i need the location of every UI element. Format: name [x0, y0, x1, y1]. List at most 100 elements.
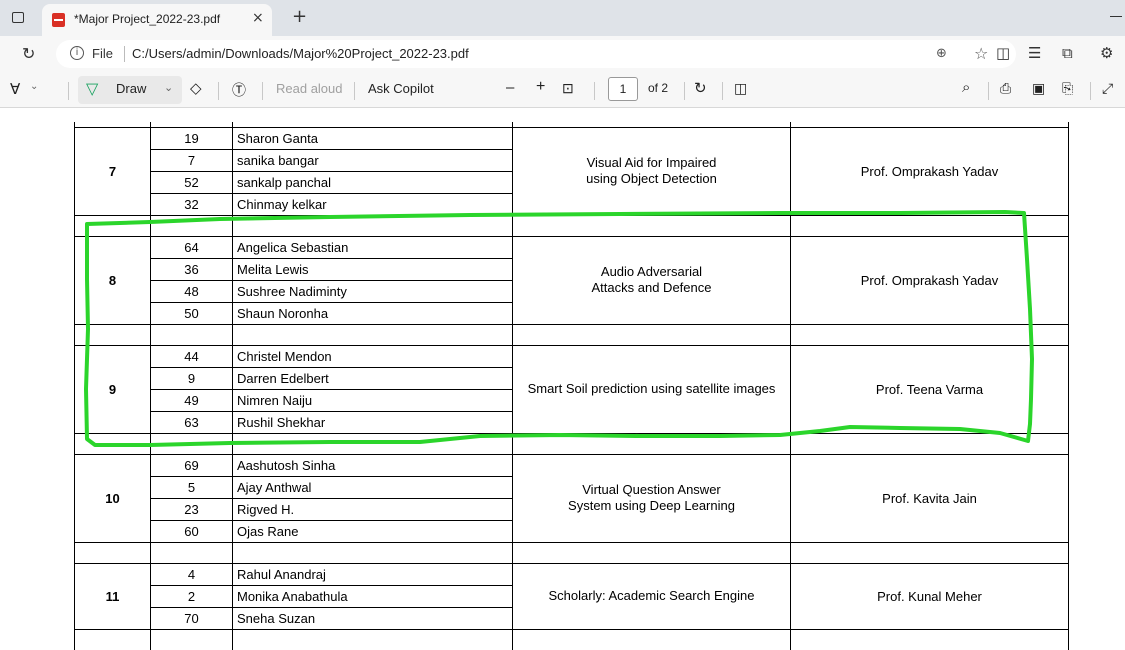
student-name-cell: Monika Anabathula: [232, 584, 513, 608]
roll-number-cell: 19: [150, 126, 233, 150]
zoom-icon[interactable]: ⊕: [936, 46, 947, 61]
favorite-star-icon[interactable]: ☆: [974, 44, 988, 63]
tab-pdf[interactable]: *Major Project_2022-23.pdf ×: [42, 4, 272, 36]
chevron-down-icon[interactable]: ⌄: [30, 81, 38, 92]
table-cell: [150, 628, 233, 650]
tab-close-button[interactable]: ×: [252, 10, 264, 26]
roll-number-cell: 4: [150, 562, 233, 586]
table-cell: [512, 214, 791, 237]
save-icon[interactable]: ▣: [1032, 80, 1045, 97]
guide-name-cell: Prof. Kavita Jain: [790, 453, 1069, 543]
table-cell: [790, 541, 1069, 564]
tab-title: *Major Project_2022-23.pdf: [74, 12, 221, 26]
student-name-cell: Rushil Shekhar: [232, 410, 513, 434]
read-aloud-button[interactable]: Read aloud: [276, 81, 343, 96]
table-cell: [74, 541, 151, 564]
toolbar-divider: [722, 82, 723, 100]
highlight-tool-icon[interactable]: ∀: [10, 80, 20, 98]
draw-label: Draw: [116, 81, 147, 96]
toolbar-divider: [594, 82, 595, 100]
roll-number-cell: 63: [150, 410, 233, 434]
extensions-icon[interactable]: ⚙: [1100, 44, 1113, 62]
add-text-icon[interactable]: Ⓣ: [232, 80, 246, 100]
roll-number-cell: 32: [150, 192, 233, 216]
address-bar: ↻ i File C:/Users/admin/Downloads/Major%…: [0, 36, 1125, 72]
favorites-list-icon[interactable]: ☰: [1028, 44, 1041, 62]
table-row: 11 4 Rahul Anandraj Scholarly: Academic Sea…: [74, 562, 1069, 630]
guide-name-cell: Prof. Kunal Meher: [790, 562, 1069, 630]
table-cell: [74, 628, 151, 650]
toolbar-divider: [1090, 82, 1091, 100]
project-table: 7 19 Sharon Ganta Visual Aid for Impaired us…: [74, 122, 1069, 650]
fit-to-width-icon[interactable]: ⊡: [562, 80, 574, 97]
table-cell: [512, 541, 791, 564]
collections-icon[interactable]: ⧉: [1062, 44, 1073, 62]
table-cell: [232, 628, 513, 650]
roll-number-cell: 60: [150, 519, 233, 543]
minimize-button[interactable]: [1110, 16, 1122, 17]
save-as-icon[interactable]: ⎘: [1062, 80, 1073, 97]
chevron-down-icon[interactable]: ⌄: [164, 81, 173, 94]
student-name-cell: Aashutosh Sinha: [232, 453, 513, 477]
roll-number-cell: 7: [150, 148, 233, 172]
roll-number-cell: 44: [150, 344, 233, 368]
student-name-cell: Sharon Ganta: [232, 126, 513, 150]
split-screen-icon[interactable]: ◫: [996, 44, 1010, 62]
pdf-viewer[interactable]: 7 19 Sharon Ganta Visual Aid for Impaired us…: [0, 109, 1125, 650]
eraser-icon[interactable]: ◇: [190, 79, 202, 97]
project-table-body: 7 19 Sharon Ganta Visual Aid for Impaired us…: [74, 122, 1069, 650]
pdf-file-icon: [52, 13, 65, 27]
roll-number-cell: 23: [150, 497, 233, 521]
url-box[interactable]: i File C:/Users/admin/Downloads/Major%20…: [56, 40, 1016, 68]
info-icon[interactable]: i: [70, 46, 84, 60]
guide-name-cell: Prof. Teena Varma: [790, 344, 1069, 434]
student-name-cell: Ajay Anthwal: [232, 475, 513, 499]
project-title-cell: Scholarly: Academic Search Engine: [512, 562, 791, 630]
ask-copilot-button[interactable]: Ask Copilot: [368, 81, 434, 96]
table-spacer-row: [74, 628, 1069, 650]
table-cell: [232, 214, 513, 237]
table-cell: [74, 323, 151, 346]
window-menu-icon[interactable]: [12, 12, 24, 23]
roll-number-cell: 48: [150, 279, 233, 303]
table-row: 9 44 Christel Mendon Smart Soil prediction …: [74, 344, 1069, 434]
table-row: 8 64 Angelica Sebastian Audio Adversarial At…: [74, 235, 1069, 325]
table-cell: [74, 214, 151, 237]
table-cell: [790, 628, 1069, 650]
project-title-line: Audio Adversarial: [600, 264, 703, 279]
page-view-icon[interactable]: ◫: [734, 80, 747, 97]
roll-number-cell: 64: [150, 235, 233, 259]
print-icon[interactable]: ⎙: [1000, 80, 1011, 97]
zoom-out-button[interactable]: –: [506, 79, 514, 96]
draw-pen-icon: ▽: [86, 79, 99, 98]
rotate-icon[interactable]: ↻: [694, 79, 707, 97]
project-title-line: Virtual Question Answer: [582, 482, 721, 497]
url-text[interactable]: C:/Users/admin/Downloads/Major%20Project…: [132, 46, 469, 61]
reload-icon[interactable]: ↻: [22, 44, 35, 63]
student-name-cell: Sneha Suzan: [232, 606, 513, 630]
roll-number-cell: 69: [150, 453, 233, 477]
roll-number-cell: 70: [150, 606, 233, 630]
url-divider: [124, 46, 125, 62]
table-spacer-row: [74, 323, 1069, 346]
zoom-in-button[interactable]: +: [536, 78, 545, 96]
roll-number-cell: 49: [150, 388, 233, 412]
table-cell: [150, 214, 233, 237]
student-name-cell: Ojas Rane: [232, 519, 513, 543]
student-name-cell: Christel Mendon: [232, 344, 513, 368]
student-name-cell: Darren Edelbert: [232, 366, 513, 390]
table-cell: [790, 323, 1069, 346]
url-scheme-label: File: [92, 46, 113, 61]
draw-button[interactable]: ▽ Draw ⌄: [78, 76, 182, 104]
project-title-line: Attacks and Defence: [591, 280, 712, 295]
group-number-cell: 8: [74, 235, 151, 325]
group-number-cell: 10: [74, 453, 151, 543]
page-number-input[interactable]: 1: [608, 77, 638, 101]
project-title-line: Visual Aid for Impaired: [586, 155, 717, 170]
table-row: 7 19 Sharon Ganta Visual Aid for Impaired us…: [74, 126, 1069, 216]
fullscreen-icon[interactable]: ⤢: [1102, 80, 1113, 97]
search-icon[interactable]: ⌕: [962, 79, 970, 96]
new-tab-button[interactable]: +: [292, 6, 307, 27]
student-name-cell: Angelica Sebastian: [232, 235, 513, 259]
title-bar: *Major Project_2022-23.pdf × +: [0, 0, 1125, 36]
